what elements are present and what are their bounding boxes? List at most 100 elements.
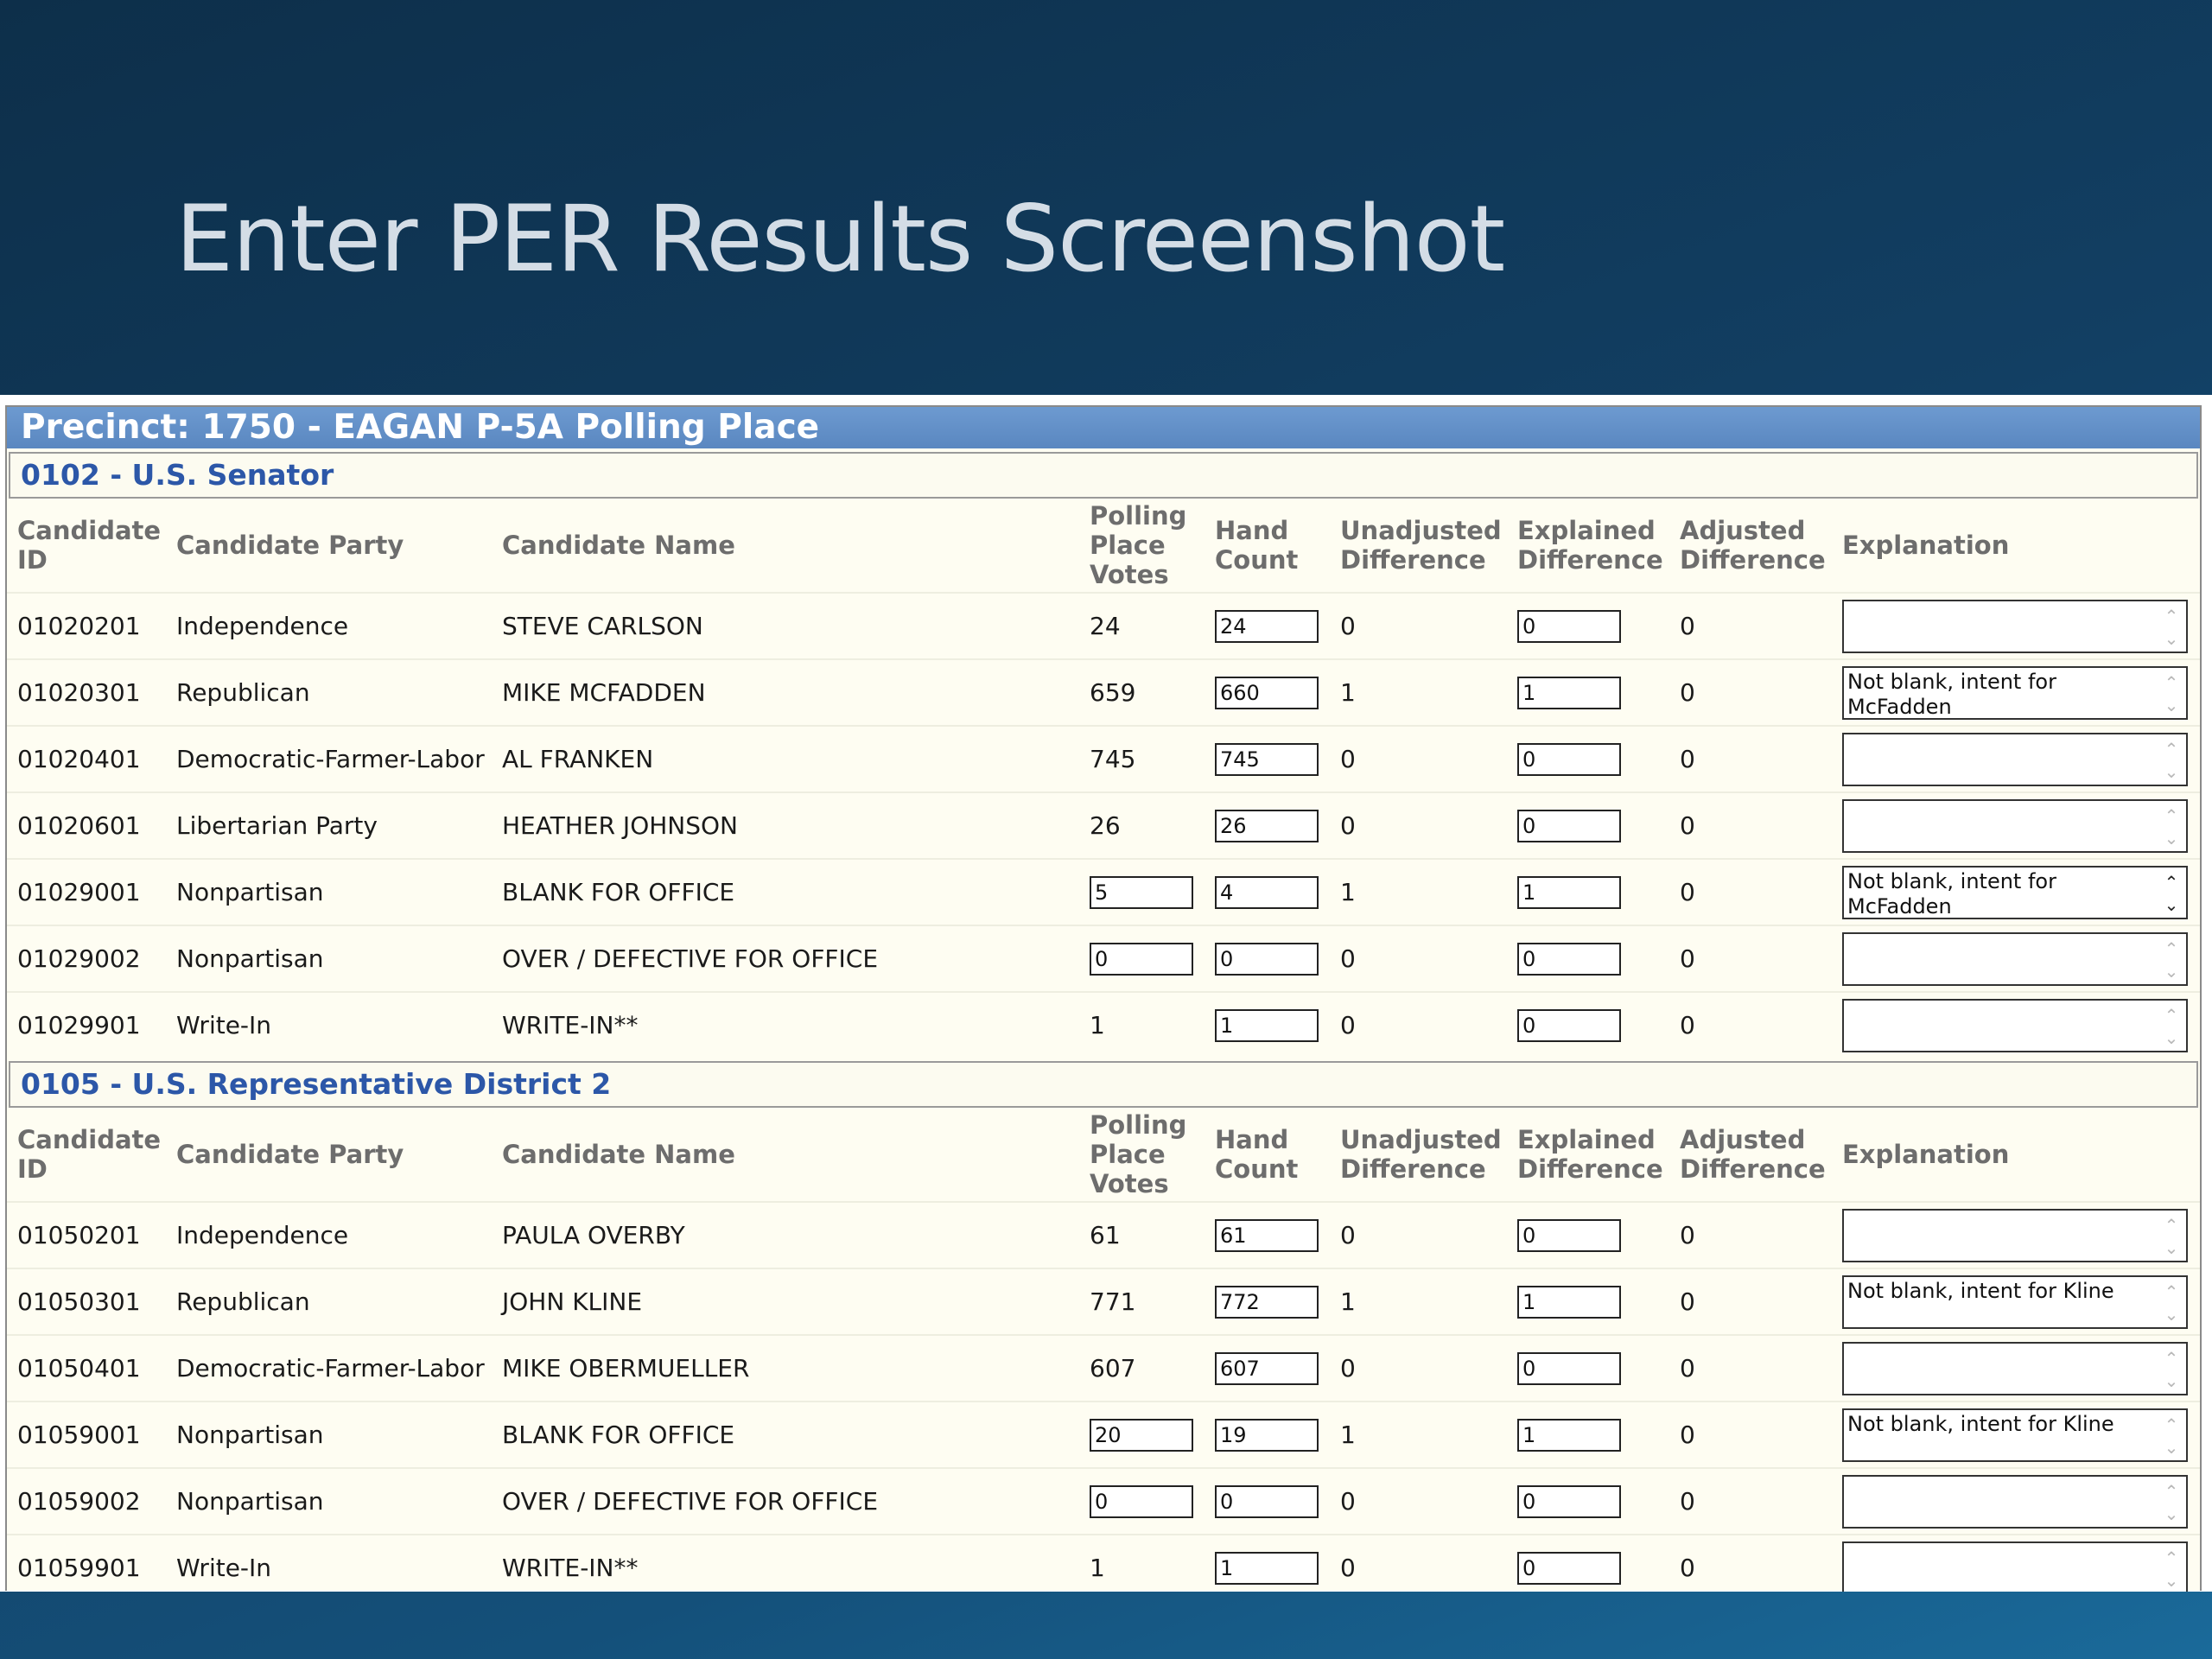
table-row: 01050201 Independence PAULA OVERBY 61 61 0 0 0 ⌃…	[7, 1201, 2200, 1268]
candidate-id: 01050201	[17, 1221, 141, 1249]
scroll-arrows-icon[interactable]: ⌃ ⌄	[2160, 671, 2183, 718]
explained-difference-input[interactable]: 0	[1517, 1351, 1621, 1385]
table-row: 01059002 Nonpartisan OVER / DEFECTIVE FOR …	[7, 1467, 2200, 1535]
unadjusted-difference: 0	[1340, 1221, 1356, 1249]
hand-count-input[interactable]: 0	[1215, 942, 1319, 976]
table-cell: 4	[1205, 858, 1330, 925]
explained-difference-input[interactable]: 1	[1517, 1285, 1621, 1319]
table-cell: Libertarian Party	[166, 791, 492, 859]
scroll-arrows-icon[interactable]: ⌃ ⌄	[2160, 1214, 2183, 1261]
explanation-textarea[interactable]: ⌃ ⌄	[1842, 798, 2188, 853]
hand-count-input[interactable]: 1	[1215, 1008, 1319, 1042]
candidate-name: AL FRANKEN	[502, 745, 654, 773]
table-cell: 0	[1669, 1268, 1832, 1335]
scroll-arrows-icon[interactable]: ⌃ ⌄	[2160, 1004, 2183, 1051]
table-cell: Not blank, intent for Kline ⌃ ⌄	[1832, 1268, 2200, 1335]
polling-place-votes-input[interactable]: 0	[1090, 1484, 1193, 1518]
explained-difference-input[interactable]: 0	[1517, 1551, 1621, 1585]
table-cell: 01020301	[7, 658, 166, 726]
table-cell: Republican	[166, 1268, 492, 1335]
table-cell: 0	[1507, 791, 1669, 859]
explained-difference-input[interactable]: 1	[1517, 676, 1621, 709]
hand-count-input[interactable]: 607	[1215, 1351, 1319, 1385]
polling-place-votes-input[interactable]: 0	[1090, 942, 1193, 976]
table-cell: 0	[1330, 1534, 1507, 1592]
table-cell: 0	[1330, 1334, 1507, 1402]
header-row: Candidate ID Candidate Party Candidate Nam…	[7, 1108, 2200, 1202]
scroll-arrows-icon[interactable]: ⌃ ⌄	[2160, 1347, 2183, 1394]
unadjusted-difference: 0	[1340, 612, 1356, 640]
scroll-arrows-icon[interactable]: ⌃ ⌄	[2160, 1414, 2183, 1460]
polling-place-votes-input[interactable]: 20	[1090, 1418, 1193, 1452]
explained-difference-input[interactable]: 0	[1517, 1008, 1621, 1042]
polling-place-votes: 659	[1090, 678, 1136, 707]
explanation-textarea[interactable]: ⌃ ⌄	[1842, 931, 2188, 986]
table-cell: ⌃ ⌄	[1832, 725, 2200, 792]
hand-count-input[interactable]: 660	[1215, 676, 1319, 709]
unadjusted-difference: 0	[1340, 1554, 1356, 1582]
scroll-arrows-icon[interactable]: ⌃ ⌄	[2160, 938, 2183, 984]
table-cell: 01029002	[7, 925, 166, 992]
hand-count-input[interactable]: 4	[1215, 875, 1319, 909]
explained-difference-input[interactable]: 0	[1517, 1484, 1621, 1518]
table-cell: 1	[1507, 658, 1669, 726]
table-cell: 0	[1330, 991, 1507, 1058]
explanation-text: Not blank, intent for Kline	[1847, 1411, 2114, 1436]
table-cell: 5	[1079, 858, 1205, 925]
scroll-arrows-icon[interactable]: ⌃ ⌄	[2160, 1480, 2183, 1527]
hand-count-input[interactable]: 19	[1215, 1418, 1319, 1452]
explanation-textarea[interactable]: Not blank, intent for McFadden ⌃ ⌄	[1842, 665, 2188, 720]
hand-count-input[interactable]: 24	[1215, 609, 1319, 643]
explanation-textarea[interactable]: ⌃ ⌄	[1842, 599, 2188, 653]
explanation-textarea[interactable]: ⌃ ⌄	[1842, 732, 2188, 786]
explained-difference-input[interactable]: 0	[1517, 1218, 1621, 1252]
candidate-id: 01059901	[17, 1554, 141, 1582]
table-cell: Republican	[166, 658, 492, 726]
hand-count-input[interactable]: 0	[1215, 1484, 1319, 1518]
table-cell: OVER / DEFECTIVE FOR OFFICE	[492, 1467, 1079, 1535]
explained-difference-input[interactable]: 0	[1517, 809, 1621, 842]
candidate-name: PAULA OVERBY	[502, 1221, 685, 1249]
explained-difference-input[interactable]: 0	[1517, 609, 1621, 643]
candidate-party: Republican	[176, 1287, 310, 1316]
table-cell: STEVE CARLSON	[492, 592, 1079, 659]
explanation-textarea[interactable]: ⌃ ⌄	[1842, 1474, 2188, 1529]
explanation-textarea[interactable]: ⌃ ⌄	[1842, 1208, 2188, 1262]
hand-count-input[interactable]: 26	[1215, 809, 1319, 842]
hand-count-input[interactable]: 745	[1215, 742, 1319, 776]
table-cell: 0	[1330, 1201, 1507, 1268]
explanation-textarea[interactable]: Not blank, intent for Kline ⌃ ⌄	[1842, 1408, 2188, 1462]
hand-count-input[interactable]: 1	[1215, 1551, 1319, 1585]
scroll-arrows-icon[interactable]: ⌃ ⌄	[2160, 1281, 2183, 1327]
explanation-text: Not blank, intent for McFadden	[1847, 868, 2056, 918]
table-cell: AL FRANKEN	[492, 725, 1079, 792]
explained-difference-input[interactable]: 0	[1517, 742, 1621, 776]
table-cell: JOHN KLINE	[492, 1268, 1079, 1335]
scroll-arrows-icon[interactable]: ⌃ ⌄	[2160, 804, 2183, 851]
candidate-party: Write-In	[176, 1554, 272, 1582]
explained-difference-input[interactable]: 0	[1517, 942, 1621, 976]
explained-difference-input[interactable]: 1	[1517, 1418, 1621, 1452]
table-cell: WRITE-IN**	[492, 991, 1079, 1058]
candidate-party: Democratic-Farmer-Labor	[176, 1354, 485, 1382]
polling-place-votes-input[interactable]: 5	[1090, 875, 1193, 909]
scroll-arrows-icon[interactable]: ⌃ ⌄	[2160, 605, 2183, 652]
explanation-textarea[interactable]: Not blank, intent for Kline ⌃ ⌄	[1842, 1274, 2188, 1329]
table-cell: 0	[1669, 725, 1832, 792]
explained-difference-input[interactable]: 1	[1517, 875, 1621, 909]
explanation-textarea[interactable]: Not blank, intent for McFadden ⌃ ⌄	[1842, 865, 2188, 919]
hand-count-input[interactable]: 772	[1215, 1285, 1319, 1319]
explanation-textarea[interactable]: ⌃ ⌄	[1842, 998, 2188, 1052]
scroll-arrows-icon[interactable]: ⌃ ⌄	[2160, 738, 2183, 785]
table-cell: 24	[1079, 592, 1205, 659]
scroll-arrows-icon[interactable]: ⌃ ⌄	[2160, 1547, 2183, 1592]
table-cell: 01050401	[7, 1334, 166, 1402]
candidate-name: OVER / DEFECTIVE FOR OFFICE	[502, 1487, 879, 1516]
table-cell: ⌃ ⌄	[1832, 1201, 2200, 1268]
hand-count-input[interactable]: 61	[1215, 1218, 1319, 1252]
polling-place-votes: 26	[1090, 811, 1121, 840]
scroll-arrows-icon[interactable]: ⌃ ⌄	[2160, 871, 2183, 918]
explanation-textarea[interactable]: ⌃ ⌄	[1842, 1341, 2188, 1395]
explanation-textarea[interactable]: ⌃ ⌄	[1842, 1541, 2188, 1592]
table-row: 01059901 Write-In WRITE-IN** 1 1 0 0 0 ⌃ ⌄	[7, 1534, 2200, 1592]
